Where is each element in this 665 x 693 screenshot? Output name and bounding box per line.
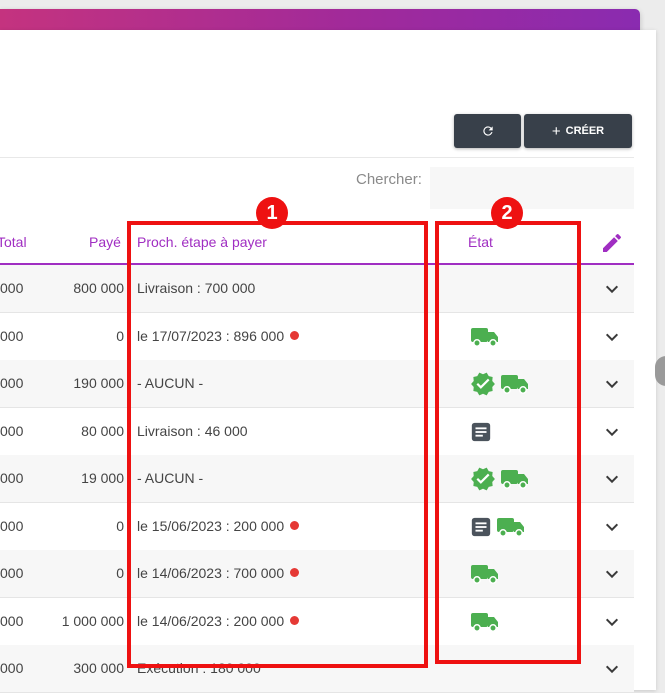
- cell-paye: 1 000 000: [61, 612, 124, 629]
- expand-chevron-icon[interactable]: [604, 376, 620, 395]
- cell-paye: 80 000: [81, 422, 124, 439]
- annotation-badge-1: 1: [256, 197, 288, 229]
- column-header-paye[interactable]: Payé: [89, 234, 121, 250]
- create-button-label: CRÉER: [565, 125, 605, 137]
- cell-paye: 190 000: [73, 375, 124, 391]
- create-button[interactable]: + CRÉER: [524, 114, 632, 148]
- edit-pencil-icon[interactable]: [600, 231, 624, 255]
- cell-total: 000: [0, 422, 24, 439]
- cell-total: 000: [0, 517, 24, 534]
- cell-total: 000: [0, 660, 24, 676]
- refresh-button[interactable]: [454, 114, 521, 148]
- annotation-box-1: [127, 221, 428, 668]
- expand-chevron-icon[interactable]: [604, 281, 620, 300]
- expand-chevron-icon[interactable]: [604, 661, 620, 680]
- expand-chevron-icon[interactable]: [604, 471, 620, 490]
- cell-paye: 800 000: [73, 280, 124, 296]
- cell-paye: 19 000: [81, 470, 124, 486]
- search-label: Chercher:: [356, 171, 422, 188]
- scroll-handle[interactable]: [655, 356, 665, 386]
- cell-total: 000: [0, 470, 24, 486]
- cell-paye: 0: [116, 517, 124, 534]
- expand-chevron-icon[interactable]: [604, 329, 620, 348]
- plus-icon: +: [551, 122, 561, 140]
- annotation-badge-2: 2: [491, 197, 523, 229]
- cell-paye: 0: [116, 327, 124, 344]
- toolbar-divider: [0, 157, 634, 158]
- cell-total: 000: [0, 612, 24, 629]
- cell-total: 000: [0, 565, 24, 581]
- expand-chevron-icon[interactable]: [604, 424, 620, 443]
- column-header-total[interactable]: Total: [0, 234, 27, 250]
- cell-paye: 300 000: [73, 660, 124, 676]
- cell-total: 000: [0, 375, 24, 391]
- refresh-icon: [482, 126, 493, 136]
- annotation-box-2: [435, 221, 581, 664]
- cell-paye: 0: [116, 565, 124, 581]
- expand-chevron-icon[interactable]: [604, 566, 620, 585]
- expand-chevron-icon[interactable]: [604, 519, 620, 538]
- expand-chevron-icon[interactable]: [604, 614, 620, 633]
- search-input[interactable]: [430, 167, 634, 209]
- cell-total: 000: [0, 327, 24, 344]
- cell-total: 000: [0, 280, 24, 296]
